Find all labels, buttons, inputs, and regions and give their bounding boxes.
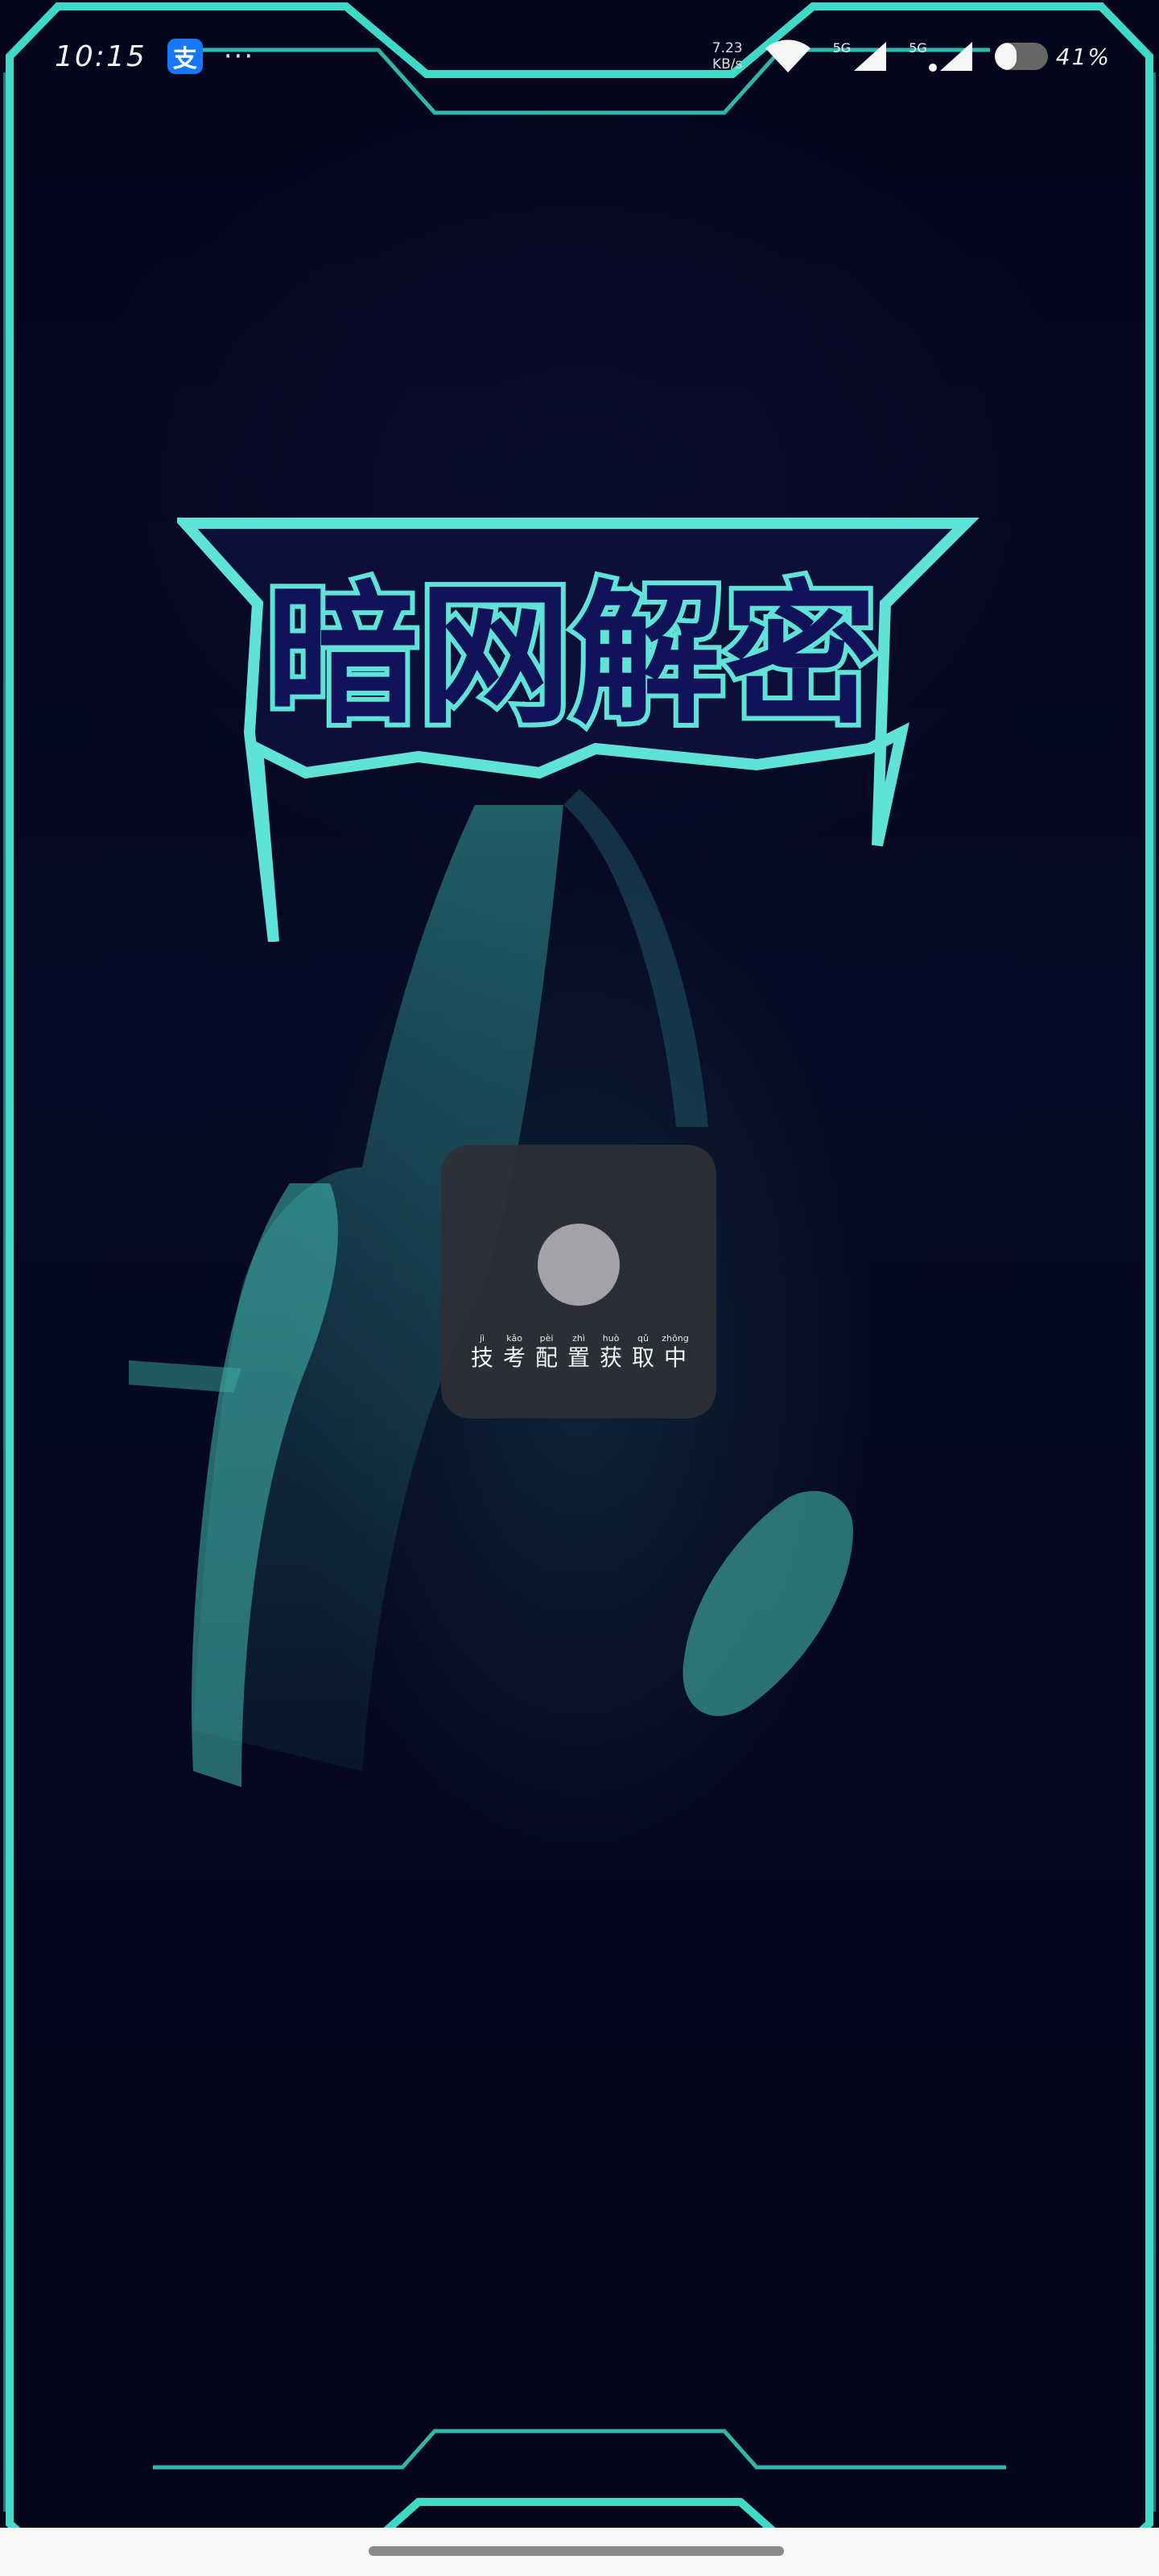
loading-spinner	[538, 1224, 620, 1306]
clock-time: 10:15	[55, 39, 146, 73]
alipay-notification-icon: 支	[167, 39, 203, 74]
loading-dialog: jì 技 kǎo 考 pèi 配 zhì 置 huò 获 qǔ 取 zhōng 中	[441, 1145, 716, 1418]
status-bar: 10:15 支 ··· 7.23 KB/s 5G 5G 41%	[0, 24, 1159, 89]
cellular-signal-1: 5G	[833, 40, 889, 72]
loading-char: jì 技	[468, 1333, 496, 1372]
signal-2-label: 5G	[909, 40, 927, 56]
signal-bars-icon	[928, 42, 972, 72]
loading-char: zhōng 中	[662, 1333, 689, 1372]
loading-char-hanzi: 中	[663, 1344, 687, 1371]
loading-char-pinyin: pèi	[539, 1333, 554, 1344]
network-speed-value: 7.23	[711, 40, 743, 56]
loading-char-hanzi: 考	[502, 1344, 526, 1371]
loading-char-hanzi: 获	[599, 1344, 622, 1371]
home-indicator[interactable]	[369, 2546, 784, 2556]
loading-char: qǔ 取	[629, 1333, 657, 1372]
loading-char-pinyin: zhōng	[662, 1333, 689, 1344]
loading-char: zhì 置	[565, 1333, 592, 1372]
loading-char-hanzi: 取	[631, 1344, 654, 1371]
loading-char-hanzi: 置	[567, 1344, 590, 1371]
app-logo-title: 暗网解密	[266, 567, 877, 745]
loading-char-pinyin: zhì	[572, 1333, 585, 1344]
loading-char-pinyin: qǔ	[637, 1333, 649, 1344]
battery-percent: 41%	[1055, 43, 1111, 70]
loading-char-pinyin: huò	[602, 1333, 620, 1344]
loading-char-hanzi: 技	[470, 1344, 493, 1371]
battery-indicator: 41%	[994, 43, 1111, 70]
network-speed-unit: KB/s	[711, 56, 743, 72]
cellular-signal-2: 5G	[909, 40, 974, 72]
signal-bars-icon	[854, 42, 887, 71]
more-notifications-icon: ···	[223, 40, 255, 72]
loading-char: pèi 配	[533, 1333, 560, 1372]
battery-level-fill	[994, 43, 1017, 70]
loading-message: jì 技 kǎo 考 pèi 配 zhì 置 huò 获 qǔ 取 zhōng 中	[468, 1333, 689, 1372]
battery-icon	[994, 43, 1048, 70]
loading-char-pinyin: kǎo	[506, 1333, 522, 1344]
loading-char: huò 获	[597, 1333, 625, 1372]
loading-char-hanzi: 配	[534, 1344, 558, 1371]
signal-1-label: 5G	[832, 40, 852, 56]
network-speed: 7.23 KB/s	[712, 40, 743, 72]
loading-char: kǎo 考	[501, 1333, 528, 1372]
loading-char-pinyin: jì	[479, 1333, 485, 1344]
wifi-icon	[765, 39, 810, 72]
app-logo: 暗网解密	[177, 518, 980, 942]
